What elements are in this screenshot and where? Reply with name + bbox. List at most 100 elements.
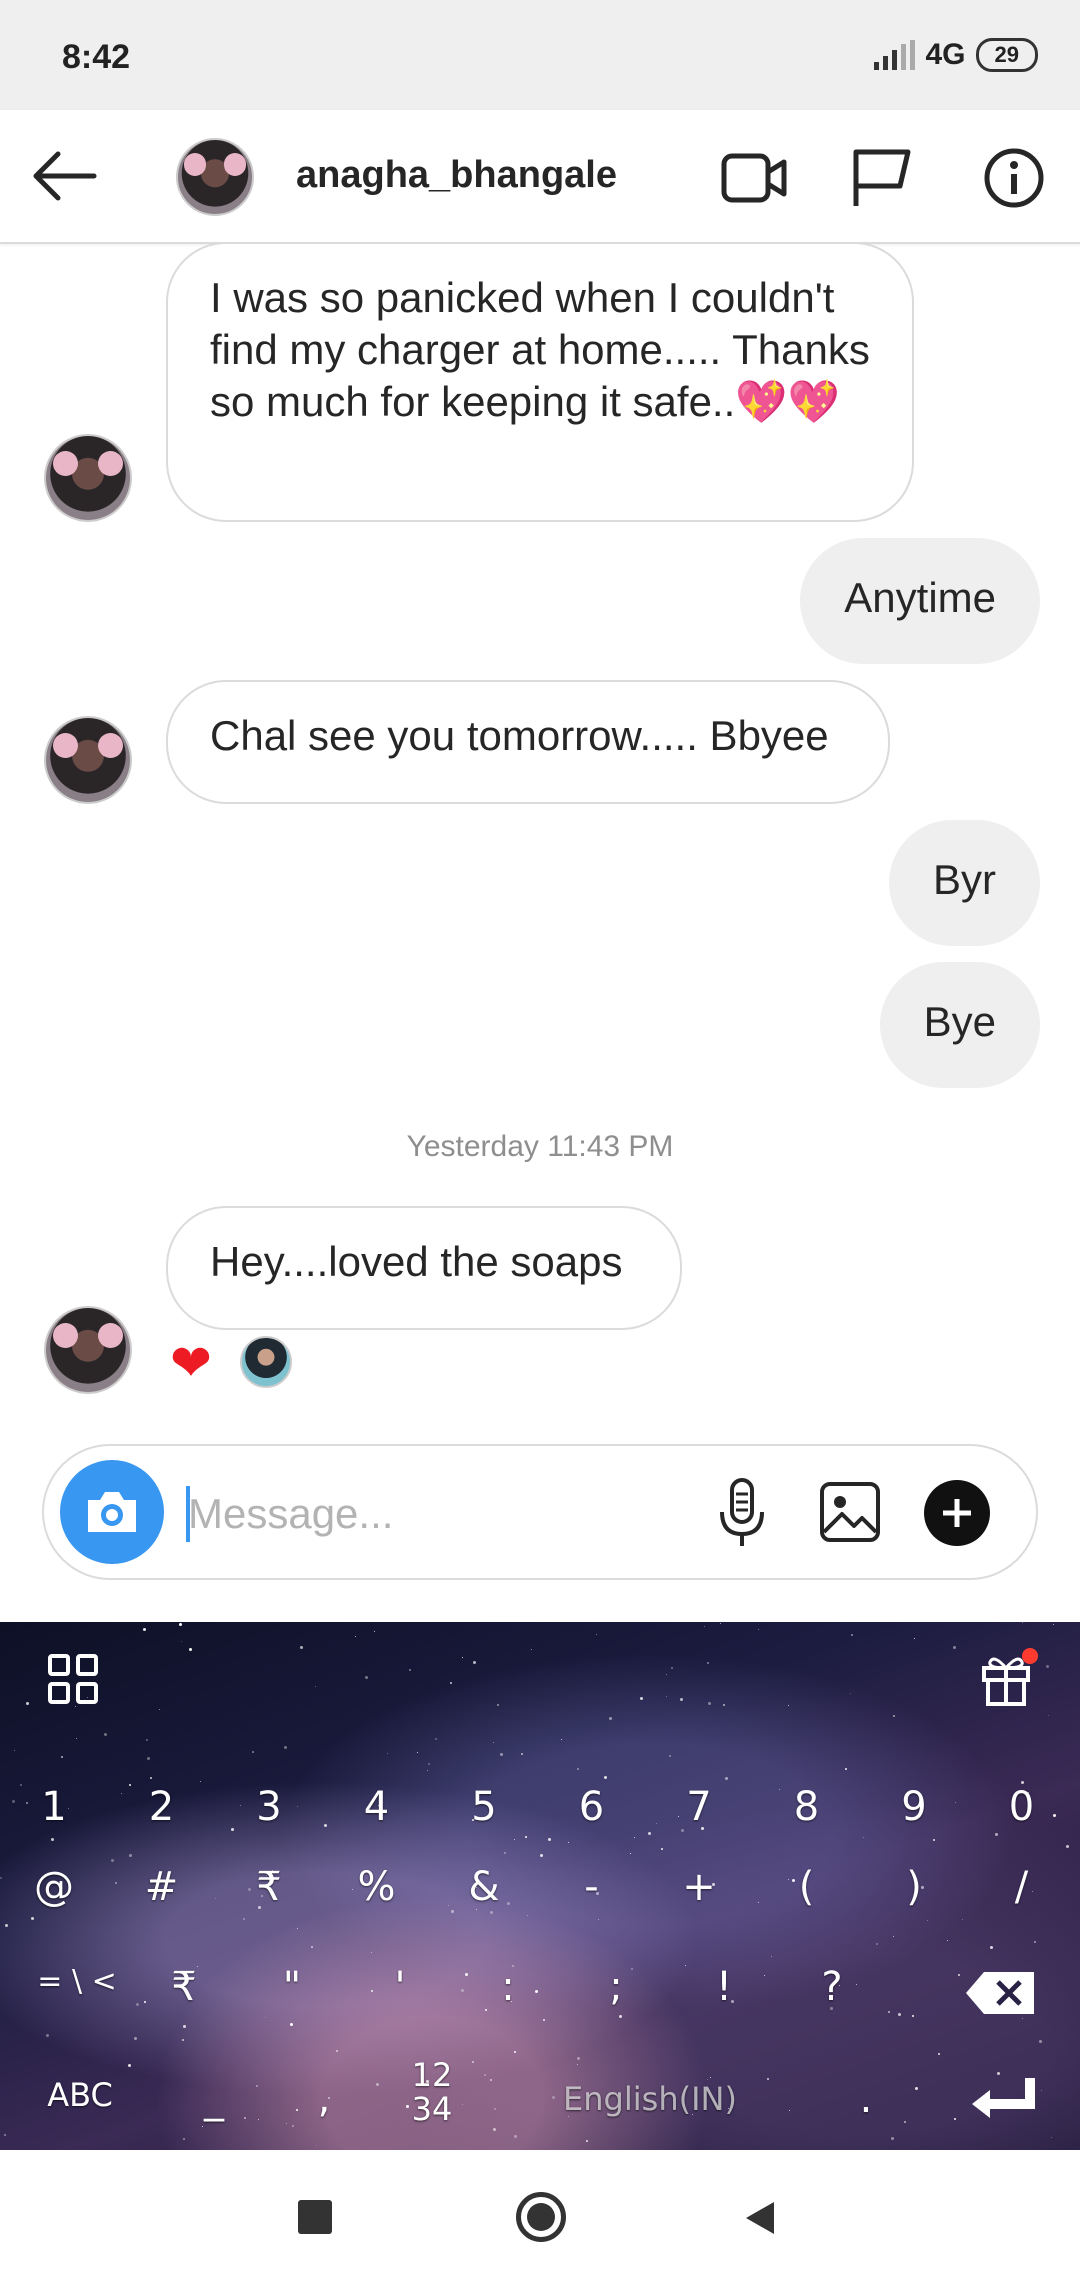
symbol-key[interactable]: ₹ — [144, 1964, 224, 2010]
microphone-icon[interactable] — [712, 1476, 772, 1552]
star-decoration — [758, 1629, 759, 1630]
star-decoration — [315, 1686, 316, 1687]
symbol-key[interactable]: ' — [360, 1964, 440, 2010]
star-decoration — [514, 2051, 516, 2053]
star-decoration — [111, 1859, 114, 1862]
number-key[interactable]: 7 — [659, 1784, 739, 1830]
star-decoration — [540, 1854, 543, 1857]
gallery-icon[interactable] — [818, 1480, 882, 1544]
symbol-key[interactable]: ; — [576, 1964, 656, 2010]
plus-button[interactable] — [924, 1480, 990, 1546]
nav-back-icon[interactable] — [740, 2198, 780, 2238]
number-key[interactable]: 6 — [552, 1784, 632, 1830]
symbol-key[interactable]: % — [337, 1864, 417, 1910]
number-key[interactable]: 1 — [14, 1784, 94, 1830]
number-key[interactable]: 8 — [767, 1784, 847, 1830]
spacebar-key[interactable]: English(IN) — [500, 2080, 800, 2118]
chat-username[interactable]: anagha_bhangale — [296, 154, 617, 197]
number-key[interactable]: 9 — [874, 1784, 954, 1830]
symbol-key[interactable]: # — [122, 1864, 202, 1910]
nav-square-icon[interactable] — [298, 2200, 332, 2234]
symbol-key[interactable]: ? — [792, 1964, 872, 2010]
symbol-key[interactable]: - — [552, 1864, 632, 1910]
star-decoration — [933, 1839, 935, 1841]
grid-icon[interactable] — [46, 1652, 102, 1708]
message-composer — [42, 1444, 1038, 1580]
camera-button[interactable] — [60, 1460, 164, 1564]
star-decoration — [720, 1623, 721, 1624]
message-bubble-sent[interactable]: Byr — [889, 820, 1040, 946]
sender-avatar[interactable] — [44, 1306, 132, 1394]
star-decoration — [598, 1919, 599, 1920]
star-decoration — [435, 1738, 437, 1740]
message-bubble-received[interactable]: Hey....loved the soaps — [166, 1206, 682, 1330]
star-decoration — [955, 1802, 956, 1803]
star-decoration — [596, 1634, 597, 1635]
symbol-key[interactable]: & — [444, 1864, 524, 1910]
symbol-key[interactable]: / — [982, 1864, 1062, 1910]
backspace-icon[interactable] — [964, 1970, 1036, 2016]
message-bubble-received[interactable]: I was so panicked when I couldn't find m… — [166, 242, 914, 522]
message-text: Chal see you tomorrow..... Bbyee — [210, 712, 829, 759]
star-decoration — [484, 2074, 486, 2076]
enter-icon[interactable] — [966, 2074, 1038, 2126]
flag-icon[interactable] — [846, 146, 918, 210]
symbol-key[interactable]: ₹ — [229, 1864, 309, 1910]
star-decoration — [146, 1739, 148, 1741]
star-decoration — [914, 1638, 915, 1639]
star-decoration — [548, 1838, 551, 1841]
chat-header: anagha_bhangale — [0, 110, 1080, 244]
number-key[interactable]: 4 — [337, 1784, 417, 1830]
period-key[interactable]: . — [826, 2076, 906, 2122]
info-icon[interactable] — [978, 146, 1050, 210]
number-key[interactable]: 0 — [982, 1784, 1062, 1830]
numpad-key[interactable]: 12 34 — [392, 2058, 472, 2126]
avatar[interactable] — [176, 138, 254, 216]
symbol-key[interactable]: @ — [14, 1864, 94, 1910]
sender-avatar[interactable] — [44, 716, 132, 804]
symbol-key[interactable]: = \ < — [22, 1964, 132, 1999]
nav-home-icon[interactable] — [516, 2192, 566, 2242]
underscore-key[interactable]: _ — [174, 2076, 254, 2122]
heart-reaction-icon[interactable]: ❤ — [170, 1338, 212, 1388]
comma-key[interactable]: , — [284, 2076, 364, 2122]
symbol-key[interactable]: ! — [684, 1964, 764, 2010]
number-key[interactable]: 5 — [444, 1784, 524, 1830]
star-decoration — [577, 2064, 578, 2065]
star-decoration — [147, 1757, 150, 1760]
star-decoration — [888, 2011, 890, 2013]
gift-icon[interactable] — [976, 1646, 1040, 1710]
star-decoration — [136, 2003, 139, 2006]
reactor-avatar[interactable] — [240, 1336, 292, 1388]
symbol-key[interactable]: ) — [874, 1864, 954, 1910]
star-decoration — [265, 2017, 266, 2018]
star-decoration — [893, 1936, 894, 1937]
symbol-key[interactable]: " — [252, 1964, 332, 2010]
star-decoration — [531, 1649, 532, 1650]
video-call-icon[interactable] — [718, 146, 790, 210]
message-bubble-sent[interactable]: Anytime — [800, 538, 1040, 664]
message-bubble-received[interactable]: Chal see you tomorrow..... Bbyee — [166, 680, 890, 804]
back-arrow-icon[interactable] — [28, 146, 100, 206]
number-key[interactable]: 2 — [122, 1784, 202, 1830]
star-decoration — [183, 2138, 185, 2140]
star-decoration — [609, 1717, 612, 1720]
star-decoration — [788, 1705, 789, 1706]
sender-avatar[interactable] — [44, 434, 132, 522]
star-decoration — [182, 2039, 184, 2041]
abc-key[interactable]: ABC — [40, 2076, 120, 2114]
star-decoration — [758, 1902, 759, 1903]
number-key[interactable]: 3 — [229, 1784, 309, 1830]
star-decoration — [891, 2137, 894, 2140]
star-decoration — [710, 2077, 711, 2078]
symbol-key[interactable]: : — [468, 1964, 548, 2010]
star-decoration — [494, 2108, 496, 2110]
symbol-key[interactable]: + — [659, 1864, 739, 1910]
message-input[interactable] — [186, 1476, 710, 1552]
star-decoration — [183, 2025, 186, 2028]
star-decoration — [181, 1641, 182, 1642]
symbol-key[interactable]: ( — [767, 1864, 847, 1910]
message-bubble-sent[interactable]: Bye — [879, 962, 1040, 1088]
star-decoration — [365, 1676, 368, 1679]
camera-icon — [88, 1492, 136, 1532]
